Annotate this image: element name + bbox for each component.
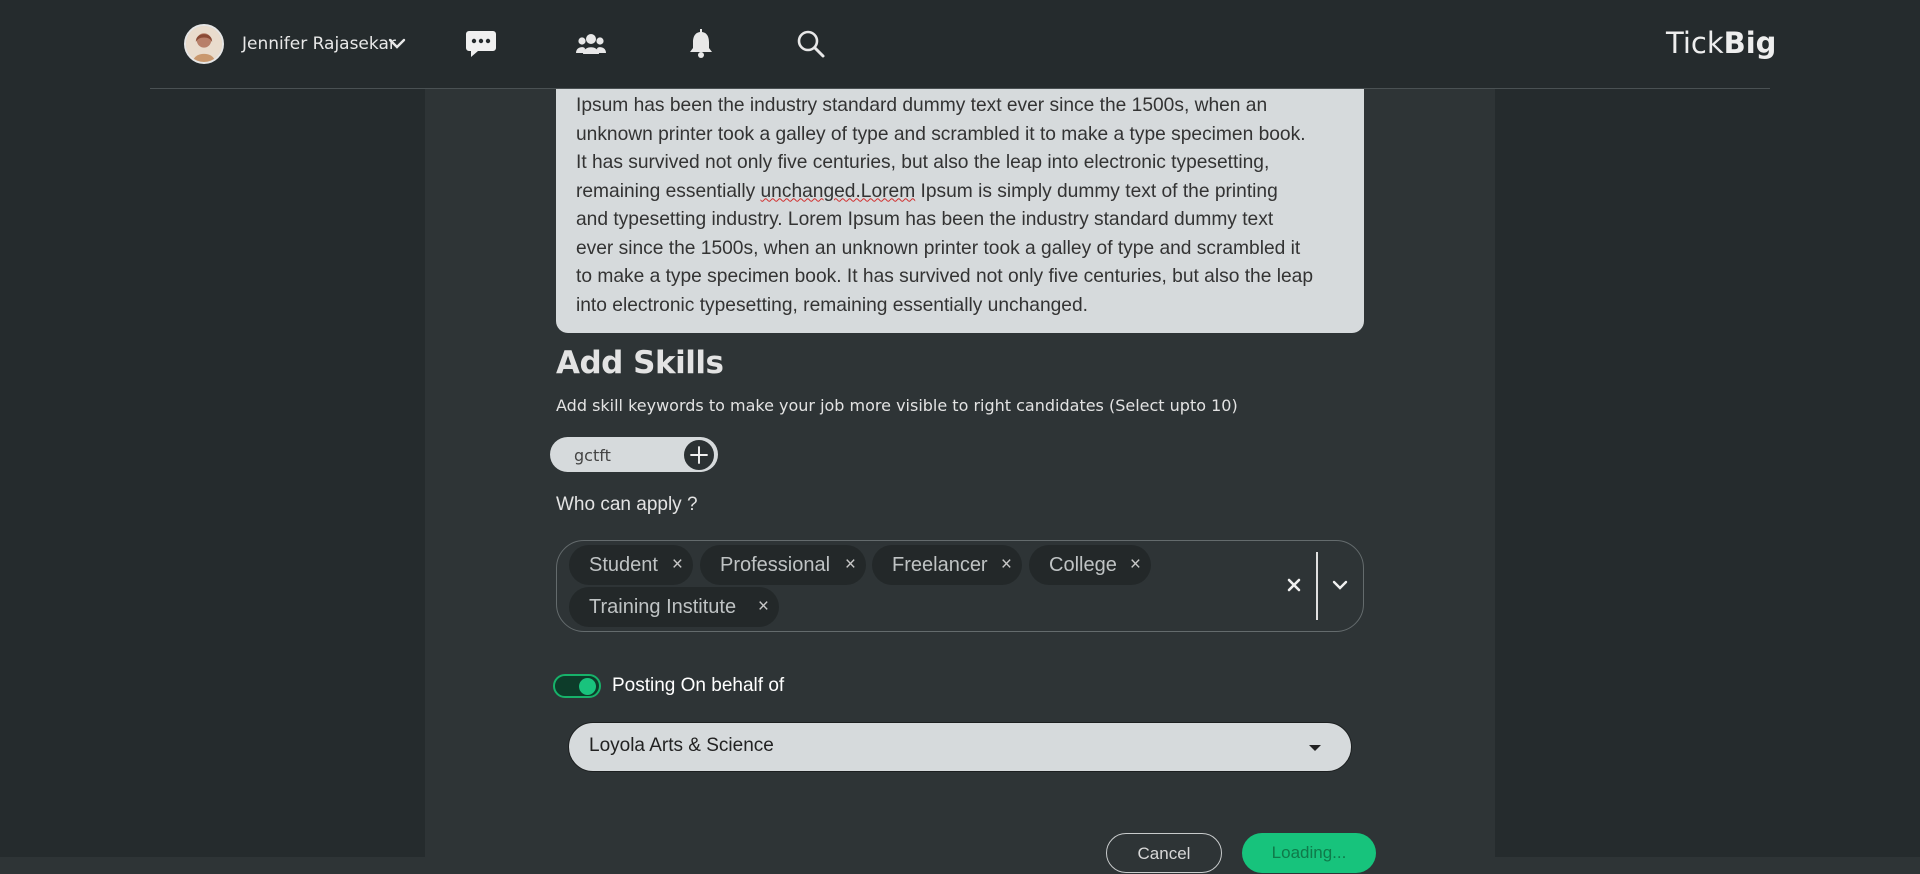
chevron-down-icon[interactable] xyxy=(388,36,406,52)
remove-chip-icon[interactable]: × xyxy=(672,545,683,585)
organization-select-value: Loyola Arts & Science xyxy=(589,735,774,756)
brand-logo[interactable]: TickBig xyxy=(1666,26,1776,60)
add-skill-button[interactable] xyxy=(682,438,716,472)
topbar-divider xyxy=(150,88,1770,89)
right-gutter xyxy=(1495,0,1920,857)
skill-input[interactable] xyxy=(574,444,674,466)
remove-chip-icon[interactable]: × xyxy=(758,587,769,627)
submit-button[interactable]: Loading... xyxy=(1242,833,1376,873)
plus-icon xyxy=(690,446,708,464)
chip-professional: Professional × xyxy=(700,545,866,585)
brand-light-text: Tick xyxy=(1666,26,1724,60)
organization-select[interactable]: Loyola Arts & Science xyxy=(568,722,1352,772)
chip-label: Freelancer xyxy=(892,554,988,576)
remove-chip-icon[interactable]: × xyxy=(1001,545,1012,585)
people-icon[interactable] xyxy=(575,29,607,59)
chip-freelancer: Freelancer × xyxy=(872,545,1022,585)
chat-icon[interactable] xyxy=(465,29,497,59)
chip-label: College xyxy=(1049,554,1117,576)
chip-training-institute: Training Institute × xyxy=(569,587,779,627)
brand-bold-text: Big xyxy=(1723,26,1777,60)
toggle-knob xyxy=(579,678,596,695)
posting-on-behalf-toggle[interactable] xyxy=(553,674,601,698)
who-can-apply-label: Who can apply ? xyxy=(556,494,698,515)
clear-all-icon[interactable] xyxy=(1285,576,1303,594)
cancel-button[interactable]: Cancel xyxy=(1106,833,1222,873)
dropdown-arrow-icon xyxy=(1309,745,1321,751)
multiselect-separator xyxy=(1316,552,1318,620)
chip-label: Professional xyxy=(720,554,831,576)
add-skills-heading: Add Skills xyxy=(556,345,724,381)
job-description-textarea[interactable]: Ipsum has been the industry standard dum… xyxy=(556,80,1364,333)
remove-chip-icon[interactable]: × xyxy=(1130,545,1141,585)
chip-student: Student × xyxy=(569,545,693,585)
posting-on-behalf-label: Posting On behalf of xyxy=(612,675,785,696)
left-gutter xyxy=(0,0,425,857)
chevron-down-icon[interactable] xyxy=(1332,578,1348,592)
search-icon[interactable] xyxy=(795,29,827,59)
chip-college: College × xyxy=(1029,545,1151,585)
top-navigation-bar: Jennifer Rajasekar TickBig xyxy=(0,0,1920,88)
chip-label: Student xyxy=(589,554,658,576)
add-skills-subtitle: Add skill keywords to make your job more… xyxy=(556,396,1238,415)
remove-chip-icon[interactable]: × xyxy=(845,545,856,585)
chip-label: Training Institute xyxy=(589,596,737,618)
spellcheck-flagged-word: unchanged.Lorem xyxy=(760,180,916,202)
user-name[interactable]: Jennifer Rajasekar xyxy=(242,34,396,54)
bell-icon[interactable] xyxy=(685,29,717,59)
avatar[interactable] xyxy=(184,24,224,64)
